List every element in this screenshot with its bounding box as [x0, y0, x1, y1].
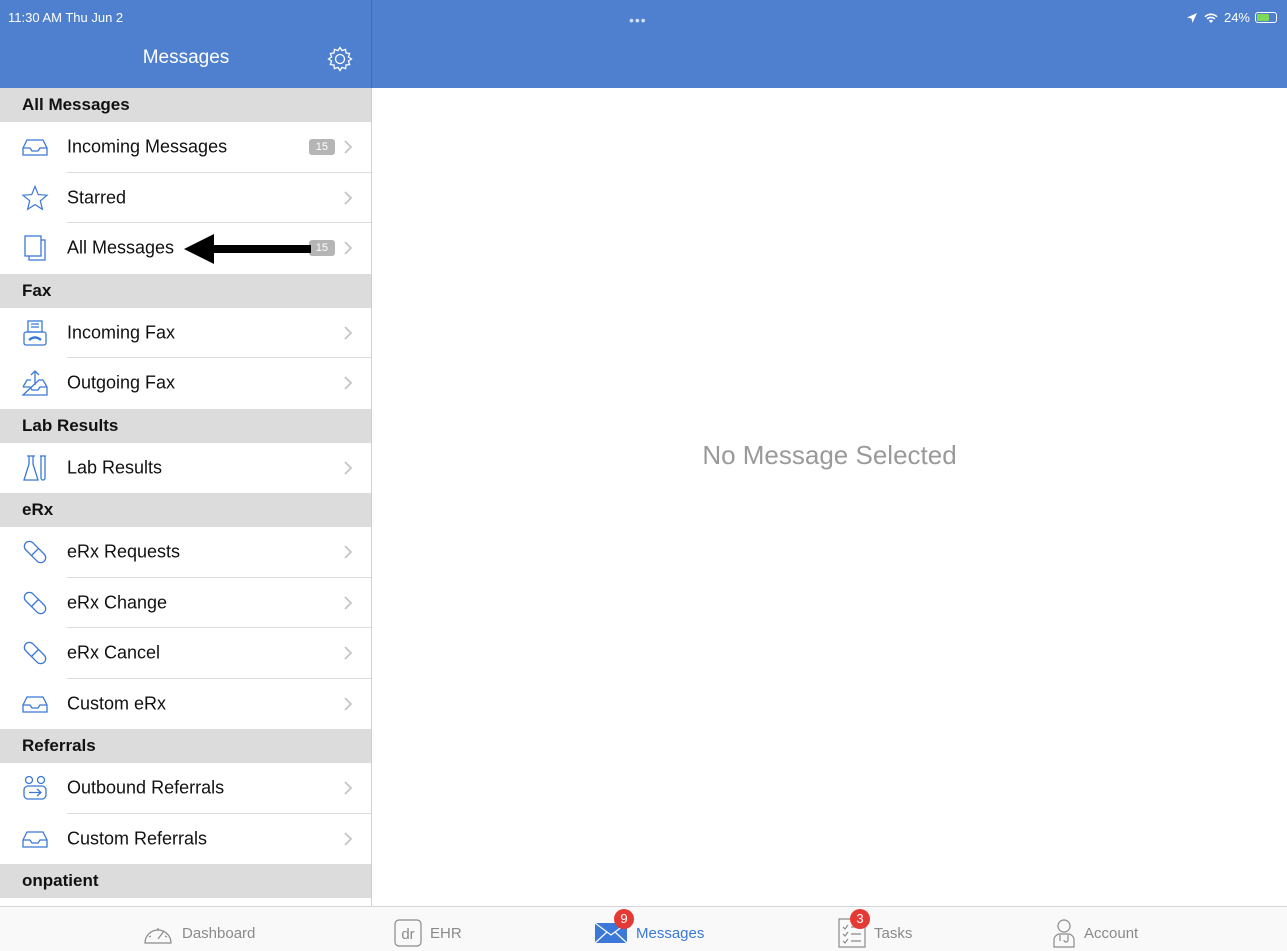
chevron-right-icon: [344, 140, 353, 154]
sidebar-item-lab-results[interactable]: Lab Results: [0, 443, 371, 494]
tab-account[interactable]: Account: [1052, 917, 1138, 949]
sidebar-item-erx-change[interactable]: eRx Change: [0, 578, 371, 628]
tab-dashboard[interactable]: Dashboard: [142, 917, 255, 949]
sidebar-item-label: eRx Change: [67, 592, 168, 613]
chevron-right-icon: [344, 461, 353, 475]
tab-messages[interactable]: Messages 9: [594, 909, 705, 949]
flask-tube-icon: [20, 453, 50, 483]
section-header-erx: eRx: [0, 493, 371, 527]
chevron-right-icon: [344, 781, 353, 795]
inbox-tray-icon: [20, 689, 50, 719]
sidebar-item-label: Incoming Fax: [67, 322, 176, 343]
pill-icon: [20, 537, 50, 567]
svg-text:dr: dr: [401, 926, 414, 943]
gear-icon[interactable]: [325, 44, 355, 74]
location-icon: [1186, 12, 1197, 23]
status-time: 11:30 AM Thu Jun 2: [8, 10, 124, 25]
tab-label: Dashboard: [182, 924, 256, 942]
sidebar-item-label: Custom Referrals: [67, 828, 208, 849]
empty-state-text: No Message Selected: [702, 440, 957, 470]
sidebar-item-label: eRx Cancel: [67, 642, 161, 663]
star-icon: [20, 183, 50, 213]
doctor-profile-icon: [1053, 919, 1075, 948]
sidebar-item-label: All Messages: [67, 237, 175, 258]
dr-logo-icon: dr: [394, 919, 422, 947]
chevron-right-icon: [344, 191, 353, 205]
tab-label: Account: [1084, 924, 1139, 942]
sidebar-item-incoming-messages[interactable]: Incoming Messages 15: [0, 122, 371, 173]
inbox-tray-icon: [20, 132, 50, 162]
page-title: Messages: [142, 47, 230, 68]
top-bar: 11:30 AM Thu Jun 2 Messages ••• 24%: [0, 0, 1287, 88]
people-arrow-icon: [20, 773, 50, 803]
fax-machine-icon: [20, 318, 50, 348]
chevron-right-icon: [344, 376, 353, 390]
sidebar-item-erx-requests[interactable]: eRx Requests: [0, 527, 371, 578]
chevron-right-icon: [344, 832, 353, 846]
section-header-fax: Fax: [0, 273, 371, 308]
speedometer-icon: [144, 928, 172, 944]
annotation-arrow-icon: [184, 234, 311, 264]
sidebar-item-outbound-referrals[interactable]: Outbound Referrals: [0, 763, 371, 814]
tab-ehr[interactable]: dr EHR: [394, 917, 462, 949]
tab-label: EHR: [430, 924, 462, 942]
chevron-right-icon: [344, 697, 353, 711]
sidebar-header: 11:30 AM Thu Jun 2 Messages: [0, 0, 372, 88]
stacked-pages-icon: [20, 233, 50, 263]
sidebar-item-label: Custom eRx: [67, 693, 167, 714]
sidebar-item-custom-referrals[interactable]: Custom Referrals: [0, 814, 371, 865]
battery-percent: 24%: [1223, 10, 1250, 25]
sidebar-item-label: Incoming Messages: [67, 136, 228, 157]
section-header-all-messages: All Messages: [0, 88, 371, 122]
sidebar-item-starred[interactable]: Starred: [0, 173, 371, 223]
tab-label: Messages: [636, 924, 705, 942]
multitask-dots[interactable]: •••: [629, 12, 647, 28]
sidebar-item-label: Outbound Referrals: [67, 777, 225, 798]
section-header-lab-results: Lab Results: [0, 408, 371, 443]
pill-icon: [20, 588, 50, 618]
notification-badge: 3: [850, 909, 870, 929]
tab-label: Tasks: [874, 924, 913, 942]
battery-icon: [1255, 12, 1277, 23]
sidebar-item-label: Starred: [67, 187, 127, 208]
wifi-icon: [1204, 12, 1218, 23]
mailbox-sidebar: All Messages Incoming Messages 15 Starre…: [0, 88, 372, 906]
pill-icon: [20, 638, 50, 668]
chevron-right-icon: [344, 646, 353, 660]
sidebar-item-label: eRx Requests: [67, 541, 181, 562]
sidebar-item-incoming-fax[interactable]: Incoming Fax: [0, 308, 371, 358]
chevron-right-icon: [344, 596, 353, 610]
outbox-tray-icon: [20, 368, 50, 398]
count-badge: 15: [308, 139, 335, 156]
tab-tasks[interactable]: Tasks 3: [838, 909, 913, 949]
chevron-right-icon: [344, 545, 353, 559]
inbox-tray-icon: [20, 824, 50, 854]
chevron-right-icon: [344, 326, 353, 340]
section-header-onpatient: onpatient: [0, 864, 371, 898]
tab-bar: Dashboard dr EHR Messages 9 Tasks 3 Acco…: [0, 906, 1287, 951]
section-header-referrals: Referrals: [0, 729, 371, 763]
sidebar-item-erx-cancel[interactable]: eRx Cancel: [0, 628, 371, 679]
sidebar-item-label: Lab Results: [67, 457, 163, 478]
sidebar-item-outgoing-fax[interactable]: Outgoing Fax: [0, 358, 371, 409]
notification-badge: 9: [614, 909, 634, 929]
chevron-right-icon: [344, 241, 353, 255]
status-indicators: 24%: [1186, 10, 1277, 25]
sidebar-item-label: Outgoing Fax: [67, 372, 176, 393]
sidebar-item-custom-erx[interactable]: Custom eRx: [0, 679, 371, 730]
